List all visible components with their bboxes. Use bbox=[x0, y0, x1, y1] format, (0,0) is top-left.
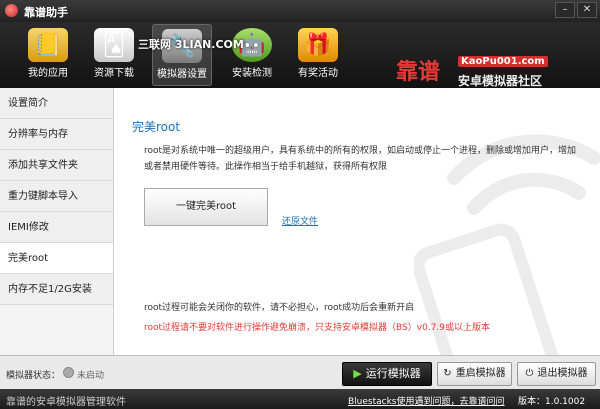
sidebar-item-root[interactable]: 完美root bbox=[0, 243, 113, 274]
root-note: root过程可能会关闭你的软件，请不必担心，root成功后会重新开启 bbox=[144, 303, 415, 313]
restart-label: 重启模拟器 bbox=[455, 368, 506, 379]
app-logo-icon bbox=[5, 4, 18, 17]
brand-url: KaoPu001.com bbox=[458, 56, 548, 67]
brand-subtitle: 安卓模拟器社区 bbox=[458, 74, 543, 88]
tool-install-check[interactable]: 🤖 安装检测 bbox=[222, 24, 282, 86]
tool-rewards[interactable]: 🎁 有奖活动 bbox=[288, 24, 348, 86]
run-emulator-button[interactable]: ▶ 运行模拟器 bbox=[342, 362, 432, 386]
close-button[interactable]: ✕ bbox=[577, 2, 597, 18]
brand-title: 靠谱 bbox=[396, 59, 441, 85]
restore-files-link[interactable]: 还原文件 bbox=[282, 214, 318, 227]
run-label: 运行模拟器 bbox=[365, 367, 421, 380]
help-link[interactable]: Bluestacks使用遇到问题，去靠谱问问 bbox=[348, 394, 505, 407]
status-indicator-icon bbox=[63, 367, 74, 378]
gift-icon: 🎁 bbox=[298, 28, 338, 62]
root-description: root是对系统中唯一的超级用户，具有系统中的所有的权限，如启动或停止一个进程，… bbox=[144, 146, 577, 172]
section-title: 完美root bbox=[132, 120, 181, 134]
settings-sidebar: 设置简介 分辨率与内存 添加共享文件夹 重力键脚本导入 IEMI修改 完美roo… bbox=[0, 88, 114, 355]
tool-label: 我的应用 bbox=[28, 68, 68, 79]
tool-label: 有奖活动 bbox=[298, 68, 338, 79]
restart-emulator-button[interactable]: ↻ 重启模拟器 bbox=[437, 362, 512, 386]
version-label: 版本：1.0.1002 bbox=[518, 397, 586, 407]
one-click-root-button[interactable]: 一键完美root bbox=[144, 188, 268, 226]
window-title: 靠谱助手 bbox=[24, 6, 68, 19]
exit-label: 退出模拟器 bbox=[537, 368, 588, 379]
title-bar: 靠谱助手 – ✕ bbox=[0, 0, 600, 22]
main-toolbar: 📒 我的应用 🂡 资源下载 🔧 模拟器设置 🤖 安装检测 🎁 有奖活动 靠谱 K… bbox=[0, 22, 600, 88]
sidebar-item-resolution-memory[interactable]: 分辨率与内存 bbox=[0, 119, 113, 150]
emulator-status-label: 模拟器状态： bbox=[6, 371, 61, 381]
footer-slogan: 靠谱的安卓模拟器管理软件 bbox=[6, 397, 126, 408]
book-icon: 📒 bbox=[28, 28, 68, 62]
app-window: 靠谱助手 – ✕ 📒 我的应用 🂡 资源下载 🔧 模拟器设置 🤖 安装检测 🎁 … bbox=[0, 0, 600, 409]
tool-label: 资源下载 bbox=[94, 68, 134, 79]
exit-emulator-button[interactable]: ⏻ 退出模拟器 bbox=[517, 362, 596, 386]
minimize-button[interactable]: – bbox=[555, 2, 575, 18]
footer-bar: 靠谱的安卓模拟器管理软件 Bluestacks使用遇到问题，去靠谱问问 版本：1… bbox=[0, 389, 600, 409]
sidebar-item-gravity-script[interactable]: 重力键脚本导入 bbox=[0, 181, 113, 212]
sidebar-item-intro[interactable]: 设置简介 bbox=[0, 88, 113, 119]
tool-label: 模拟器设置 bbox=[157, 69, 207, 80]
sidebar-item-imei[interactable]: IEMI修改 bbox=[0, 212, 113, 243]
play-icon: ▶ bbox=[353, 367, 362, 380]
cards-icon: 🂡 bbox=[94, 28, 134, 62]
tool-label: 安装检测 bbox=[232, 68, 272, 79]
root-warning: root过程请不要对软件进行操作避免崩溃，只支持安卓模拟器（BS）v0.7.9或… bbox=[144, 323, 491, 333]
tool-resources[interactable]: 🂡 资源下载 bbox=[84, 24, 144, 86]
emulator-status-value: 未启动 bbox=[77, 371, 105, 381]
power-icon: ⏻ bbox=[525, 368, 534, 379]
sidebar-item-low-memory-install[interactable]: 内存不足1/2G安装 bbox=[0, 274, 113, 305]
tool-emulator-settings[interactable]: 🔧 模拟器设置 bbox=[152, 24, 212, 86]
restart-icon: ↻ bbox=[443, 368, 452, 379]
tool-my-apps[interactable]: 📒 我的应用 bbox=[18, 24, 78, 86]
content-panel: 完美root root是对系统中唯一的超级用户，具有系统中的所有的权限，如启动或… bbox=[114, 88, 600, 355]
sidebar-item-shared-folder[interactable]: 添加共享文件夹 bbox=[0, 150, 113, 181]
watermark-text: 三联网 3LIAN.COM bbox=[138, 38, 244, 51]
status-bar: 模拟器状态： 未启动 ▶ 运行模拟器 ↻ 重启模拟器 ⏻ 退出模拟器 bbox=[0, 355, 600, 389]
